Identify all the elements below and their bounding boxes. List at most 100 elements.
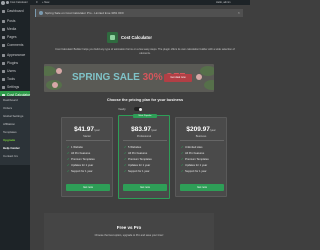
home-icon[interactable]	[6, 1, 9, 4]
plan-name: Professional	[136, 135, 152, 138]
feature-item: ✔ All Pro Features	[67, 151, 91, 155]
get-now-button[interactable]: Get now	[123, 184, 167, 191]
toggle-switch[interactable]	[134, 107, 142, 111]
check-icon: ✔	[67, 151, 70, 155]
notice-text: Spring Sale on Cost Calculator Pro - Lim…	[45, 11, 125, 15]
plan-card-professional: Most Popular $83.97/year Professional ✔ 5…	[118, 113, 170, 199]
menu-item-label: Plugins	[7, 61, 19, 65]
toggle-label: Yearly	[118, 107, 126, 111]
spring-sale-banner[interactable]: SPRING SALE 30% OFF Get deal now	[44, 64, 214, 92]
get-now-button[interactable]: Get now	[180, 184, 224, 191]
check-icon: ✔	[181, 163, 184, 167]
check-icon: ✔	[67, 145, 70, 149]
submenu-item-help-center[interactable]: Help Center	[3, 146, 20, 150]
close-icon[interactable]: ×	[238, 9, 240, 17]
feature-item: ✔ Support for 1 year	[181, 169, 207, 173]
submenu-item-contact-us[interactable]: Contact Us	[3, 154, 18, 158]
feature-item: ✔ Updates for 1 year	[67, 163, 94, 167]
menu-item-label: Tools	[7, 77, 15, 81]
feature-item: ✔ 5 Websites	[124, 145, 142, 149]
check-icon: ✔	[181, 169, 184, 173]
free-vs-pro-section: Free vs Pro Choose the best option, upgr…	[44, 213, 214, 250]
check-icon: ✔	[124, 157, 127, 161]
check-icon: ✔	[124, 145, 127, 149]
menu-item-label: Users	[7, 69, 16, 73]
menu-item-pages[interactable]: Pages	[0, 33, 30, 41]
feature-item: ✔ Premium Templates	[181, 157, 209, 161]
menu-item-comments[interactable]: Comments	[0, 41, 30, 49]
get-deal-button[interactable]: Get deal now	[164, 74, 192, 82]
feature-item: ✔ Support for 1 year	[67, 169, 93, 173]
menu-item-label: Dashboard	[7, 9, 24, 13]
menu-item-label: Comments	[7, 43, 24, 47]
menu-item-label: Appearance	[7, 53, 26, 57]
check-icon: ✔	[124, 163, 127, 167]
check-icon: ✔	[67, 169, 70, 173]
check-icon: ✔	[181, 145, 184, 149]
flower-decoration	[196, 74, 202, 80]
wrench-icon	[2, 77, 5, 81]
check-icon: ✔	[67, 157, 70, 161]
feature-item: ✔ Premium Templates	[67, 157, 95, 161]
most-popular-badge: Most Popular	[133, 113, 157, 118]
calculator-logo-icon	[107, 32, 118, 43]
flower-decoration	[52, 82, 58, 88]
submenu-item-upgrade[interactable]: Upgrade	[3, 138, 15, 142]
page-icon	[2, 35, 5, 39]
menu-item-posts[interactable]: Posts	[0, 17, 30, 25]
user-icon	[2, 69, 5, 73]
get-now-button[interactable]: Get now	[66, 184, 110, 191]
menu-item-label: Posts	[7, 19, 16, 23]
check-icon: ✔	[67, 163, 70, 167]
menu-item-plugins[interactable]: Plugins	[0, 59, 30, 67]
menu-item-label: Pages	[7, 35, 17, 39]
menu-item-label: Media	[7, 27, 17, 31]
feature-item: ✔ Updates for 1 year	[124, 163, 151, 167]
info-icon	[39, 11, 43, 15]
submenu-item-templates[interactable]: Templates	[3, 130, 17, 134]
feature-item: ✔ Updates for 1 year	[181, 163, 208, 167]
plan-price: $83.97/year	[131, 126, 157, 133]
dashboard-icon	[2, 9, 5, 13]
admin-bar-user-greeting[interactable]: Hello, admin	[216, 0, 230, 5]
submenu-item-orders[interactable]: Orders	[3, 106, 12, 110]
menu-item-settings[interactable]: Settings	[0, 83, 30, 91]
submenu-item-affiliation[interactable]: Affiliation	[3, 122, 15, 126]
menu-item-users[interactable]: Users	[0, 67, 30, 75]
check-icon: ✔	[124, 151, 127, 155]
brand-name: Cost Calculator	[121, 35, 152, 40]
feature-item: ✔ All Pro Features	[124, 151, 148, 155]
plan-card-business: $209.97/year Business ✔ Unlimited sites ✔…	[175, 117, 227, 197]
admin-bar: Cost Calculator 0 + New Hello, admin	[0, 0, 250, 5]
feature-item: ✔ Support for 1 year	[124, 169, 150, 173]
menu-item-tools[interactable]: Tools	[0, 75, 30, 83]
sale-notice: Spring Sale on Cost Calculator Pro - Lim…	[35, 9, 243, 17]
section-title: Free vs Pro	[116, 225, 142, 230]
wordpress-logo-icon[interactable]	[1, 0, 5, 5]
comment-icon	[2, 43, 5, 47]
pin-icon	[2, 19, 5, 23]
flower-decoration	[56, 68, 62, 74]
brush-icon	[2, 53, 5, 57]
billing-toggle[interactable]: Yearly	[118, 106, 158, 112]
settings-icon	[2, 85, 5, 89]
menu-item-dashboard[interactable]: Dashboard	[0, 7, 30, 15]
menu-item-label: Settings	[7, 85, 20, 89]
plan-name: Starter	[83, 135, 91, 138]
menu-item-appearance[interactable]: Appearance	[0, 51, 30, 59]
leaf-decoration	[44, 66, 56, 76]
admin-bar-comments-count[interactable]: 0	[36, 0, 37, 5]
section-subtitle: Choose the best option, upgrade to Pro a…	[94, 234, 164, 237]
check-icon: ✔	[181, 157, 184, 161]
check-icon: ✔	[181, 151, 184, 155]
intro-text: Cost Calculator Builder helps you build …	[55, 48, 235, 55]
media-icon	[2, 27, 5, 31]
submenu-item-global-settings[interactable]: Global Settings	[3, 114, 23, 118]
plan-price: $41.97/year	[74, 126, 100, 133]
submenu-item-dashboard[interactable]: Dashboard	[3, 98, 18, 102]
admin-bar-new-link[interactable]: + New	[42, 0, 49, 5]
plugin-icon	[2, 61, 5, 65]
admin-sidebar: Dashboard Posts Media Pages Comments App…	[0, 5, 30, 250]
menu-item-media[interactable]: Media	[0, 25, 30, 33]
plan-price: $209.97/year	[186, 126, 216, 133]
